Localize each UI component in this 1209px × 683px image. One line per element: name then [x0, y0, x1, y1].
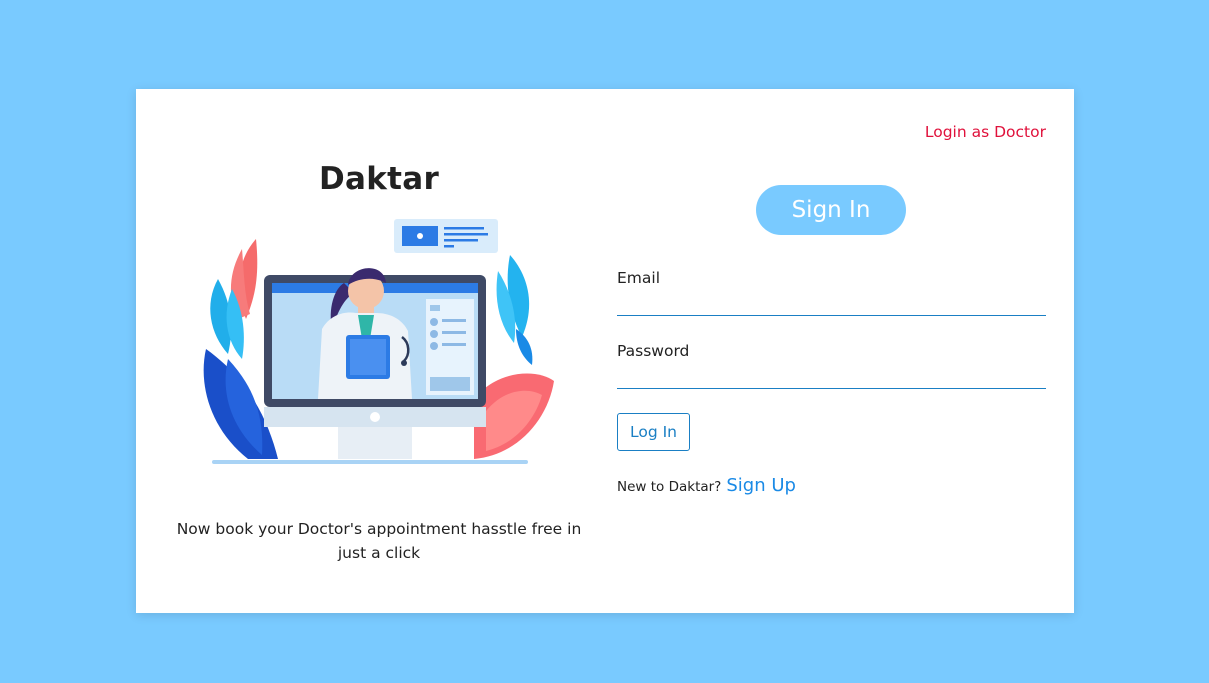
doctor-telemedicine-illustration	[203, 219, 554, 464]
password-label: Password	[617, 342, 690, 360]
brand-panel: Daktar Now book your Doctor's appointmen…	[136, 89, 622, 613]
email-field[interactable]	[617, 290, 1046, 316]
password-field[interactable]	[617, 363, 1046, 389]
signup-prompt: New to Daktar?	[617, 479, 722, 495]
log-in-button[interactable]: Log In	[617, 413, 690, 451]
signin-panel: Login as Doctor Sign In Email Password L…	[617, 89, 1046, 613]
login-card: Daktar Now book your Doctor's appointmen…	[136, 89, 1074, 613]
tagline: Now book your Doctor's appointment hasst…	[176, 520, 582, 562]
sign-in-heading: Sign In	[756, 185, 906, 235]
login-as-doctor-link[interactable]: Login as Doctor	[925, 123, 1046, 141]
brand-title: Daktar	[318, 161, 440, 197]
signup-row: New to Daktar? Sign Up	[617, 475, 796, 496]
sign-up-link[interactable]: Sign Up	[726, 475, 796, 496]
email-label: Email	[617, 269, 661, 287]
